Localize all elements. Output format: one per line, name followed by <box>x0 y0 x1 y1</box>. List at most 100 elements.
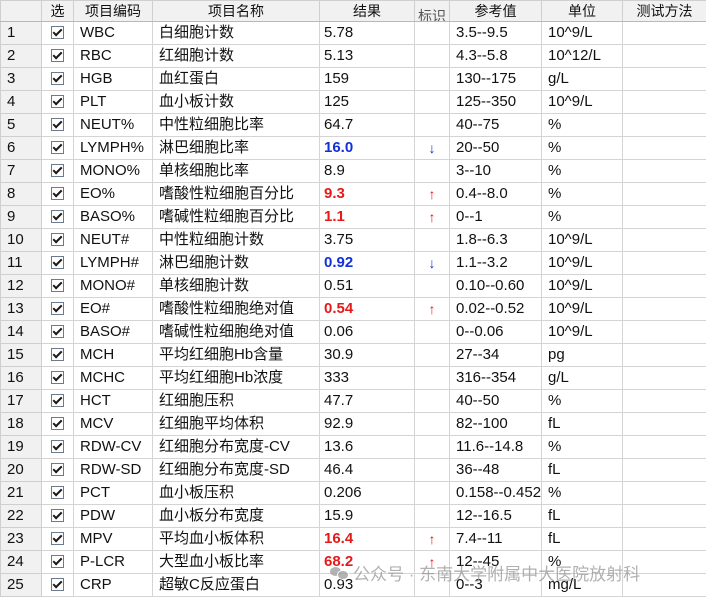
column-header-code[interactable]: 项目编码 <box>73 0 153 22</box>
flag-cell[interactable] <box>414 21 450 45</box>
item-name[interactable]: 红细胞分布宽度-SD <box>152 458 320 482</box>
flag-cell[interactable] <box>414 366 450 390</box>
reference-range[interactable]: 130--175 <box>449 67 542 91</box>
column-header-index[interactable] <box>0 0 42 22</box>
item-name[interactable]: 白细胞计数 <box>152 21 320 45</box>
result-value[interactable]: 1.1 <box>319 205 415 229</box>
unit[interactable]: % <box>541 159 623 183</box>
row-index[interactable]: 4 <box>0 90 42 114</box>
result-value[interactable]: 0.92 <box>319 251 415 275</box>
result-value[interactable]: 0.51 <box>319 274 415 298</box>
select-cell[interactable] <box>41 297 74 321</box>
select-cell[interactable] <box>41 90 74 114</box>
table-row[interactable]: 6 LYMPH% 淋巴细胞比率 16.0 ↓ 20--50% <box>0 136 706 160</box>
table-row[interactable]: 25 CRP 超敏C反应蛋白 0.93 0--3 mg/L <box>0 573 706 597</box>
test-method[interactable] <box>622 389 706 413</box>
table-row[interactable]: 21 PCT 血小板压积 0.206 0.158--0.452% <box>0 481 706 505</box>
column-header-flag[interactable]: 标识 <box>414 0 450 22</box>
select-cell[interactable] <box>41 481 74 505</box>
select-checkbox[interactable] <box>51 324 64 338</box>
item-name[interactable]: 淋巴细胞计数 <box>152 251 320 275</box>
item-code[interactable]: EO# <box>73 297 153 321</box>
result-value[interactable]: 92.9 <box>319 412 415 436</box>
select-checkbox[interactable] <box>51 163 64 177</box>
flag-cell[interactable] <box>414 458 450 482</box>
result-value[interactable]: 64.7 <box>319 113 415 137</box>
flag-cell[interactable] <box>414 481 450 505</box>
result-value[interactable]: 16.0 <box>319 136 415 160</box>
result-value[interactable]: 68.2 <box>319 550 415 574</box>
test-method[interactable] <box>622 504 706 528</box>
column-header-reference[interactable]: 参考值 <box>449 0 542 22</box>
row-index[interactable]: 6 <box>0 136 42 160</box>
table-row[interactable]: 13 EO# 嗜酸性粒细胞绝对值 0.54 ↑ 0.02--0.52 10^9/L <box>0 297 706 321</box>
result-value[interactable]: 0.93 <box>319 573 415 597</box>
select-checkbox[interactable] <box>51 347 64 361</box>
item-name[interactable]: 嗜碱性粒细胞百分比 <box>152 205 320 229</box>
item-name[interactable]: 嗜酸性粒细胞绝对值 <box>152 297 320 321</box>
item-name[interactable]: 红细胞计数 <box>152 44 320 68</box>
column-header-select[interactable]: 选 <box>41 0 74 22</box>
select-cell[interactable] <box>41 527 74 551</box>
test-method[interactable] <box>622 159 706 183</box>
select-cell[interactable] <box>41 228 74 252</box>
unit[interactable]: fL <box>541 412 623 436</box>
unit[interactable]: fL <box>541 458 623 482</box>
row-index[interactable]: 10 <box>0 228 42 252</box>
select-cell[interactable] <box>41 343 74 367</box>
unit[interactable]: % <box>541 550 623 574</box>
column-header-unit[interactable]: 单位 <box>541 0 623 22</box>
reference-range[interactable]: 3.5--9.5 <box>449 21 542 45</box>
select-checkbox[interactable] <box>51 48 64 62</box>
row-index[interactable]: 15 <box>0 343 42 367</box>
flag-cell[interactable] <box>414 320 450 344</box>
row-index[interactable]: 11 <box>0 251 42 275</box>
item-name[interactable]: 血小板分布宽度 <box>152 504 320 528</box>
item-code[interactable]: P-LCR <box>73 550 153 574</box>
row-index[interactable]: 12 <box>0 274 42 298</box>
result-value[interactable]: 0.206 <box>319 481 415 505</box>
flag-cell[interactable] <box>414 573 450 597</box>
test-method[interactable] <box>622 320 706 344</box>
item-name[interactable]: 红细胞压积 <box>152 389 320 413</box>
select-cell[interactable] <box>41 44 74 68</box>
table-row[interactable]: 10 NEUT# 中性粒细胞计数 3.75 1.8--6.3 10^9/L <box>0 228 706 252</box>
unit[interactable]: % <box>541 389 623 413</box>
item-name[interactable]: 单核细胞比率 <box>152 159 320 183</box>
item-code[interactable]: RDW-SD <box>73 458 153 482</box>
test-method[interactable] <box>622 251 706 275</box>
select-checkbox[interactable] <box>51 186 64 200</box>
select-cell[interactable] <box>41 113 74 137</box>
flag-cell[interactable] <box>414 435 450 459</box>
test-method[interactable] <box>622 182 706 206</box>
item-name[interactable]: 平均血小板体积 <box>152 527 320 551</box>
item-code[interactable]: HCT <box>73 389 153 413</box>
test-method[interactable] <box>622 458 706 482</box>
unit[interactable]: pg <box>541 343 623 367</box>
test-method[interactable] <box>622 21 706 45</box>
reference-range[interactable]: 0--3 <box>449 573 542 597</box>
unit[interactable]: mg/L <box>541 573 623 597</box>
test-method[interactable] <box>622 550 706 574</box>
select-checkbox[interactable] <box>51 554 64 568</box>
reference-range[interactable]: 3--10 <box>449 159 542 183</box>
unit[interactable]: 10^9/L <box>541 251 623 275</box>
select-cell[interactable] <box>41 504 74 528</box>
reference-range[interactable]: 20--50 <box>449 136 542 160</box>
reference-range[interactable]: 125--350 <box>449 90 542 114</box>
flag-cell[interactable]: ↓ <box>414 136 450 160</box>
flag-cell[interactable]: ↑ <box>414 550 450 574</box>
table-row[interactable]: 14 BASO# 嗜碱性粒细胞绝对值 0.06 0--0.06 10^9/L <box>0 320 706 344</box>
unit[interactable]: 10^9/L <box>541 228 623 252</box>
result-value[interactable]: 16.4 <box>319 527 415 551</box>
select-checkbox[interactable] <box>51 140 64 154</box>
column-header-result[interactable]: 结果 <box>319 0 415 22</box>
table-row[interactable]: 4 PLT 血小板计数 125 125--350 10^9/L <box>0 90 706 114</box>
item-code[interactable]: RDW-CV <box>73 435 153 459</box>
flag-cell[interactable] <box>414 113 450 137</box>
test-method[interactable] <box>622 366 706 390</box>
unit[interactable]: % <box>541 113 623 137</box>
test-method[interactable] <box>622 481 706 505</box>
test-method[interactable] <box>622 44 706 68</box>
test-method[interactable] <box>622 205 706 229</box>
